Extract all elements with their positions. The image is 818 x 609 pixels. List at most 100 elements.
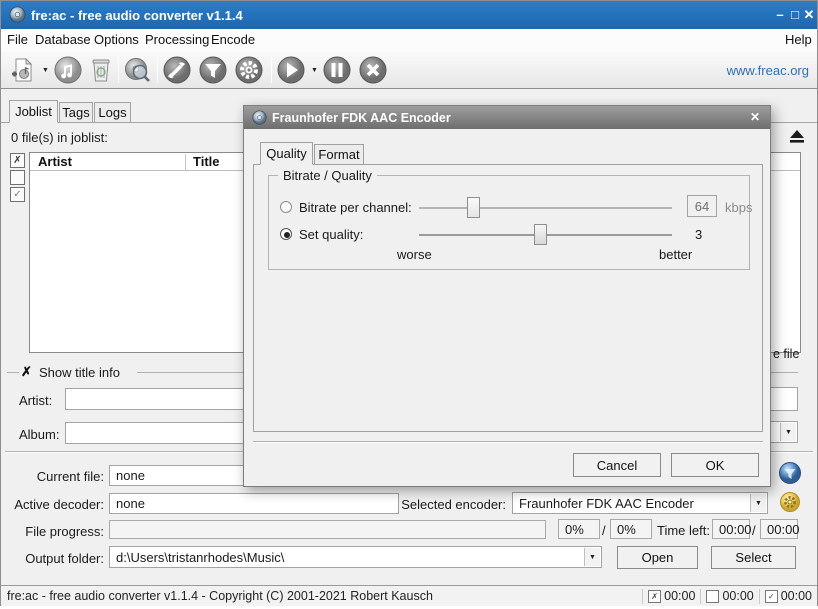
toolbar-separator <box>271 56 272 83</box>
output-folder-label: Output folder: <box>1 551 104 566</box>
menu-options[interactable]: Options <box>94 32 139 47</box>
query-cddb-button[interactable] <box>122 54 154 86</box>
output-folder-combobox[interactable]: d:\Users\tristanrhodes\Music\ ▼ <box>109 546 602 568</box>
menubar: File Database Options Processing Encode … <box>1 29 817 51</box>
signal-processing-button[interactable] <box>197 54 229 86</box>
file-percent-field: 0% <box>558 519 600 539</box>
tab-logs[interactable]: Logs <box>94 102 131 123</box>
menu-database[interactable]: Database <box>35 32 91 47</box>
menu-encode[interactable]: Encode <box>211 32 255 47</box>
time-left-total-field: 00:00 <box>760 519 798 539</box>
active-decoder-label: Active decoder: <box>1 497 104 512</box>
bitrate-slider[interactable] <box>419 207 672 209</box>
add-audio-cd-button[interactable] <box>52 54 84 86</box>
window-title: fre:ac - free audio converter v1.1.4 <box>31 8 243 23</box>
website-link[interactable]: www.freac.org <box>727 63 809 78</box>
statusbar: fre:ac - free audio converter v1.1.4 - C… <box>1 585 817 606</box>
select-none-button[interactable] <box>10 170 25 185</box>
selected-encoder-label: Selected encoder: <box>399 497 506 512</box>
clear-joblist-button[interactable] <box>88 54 114 86</box>
cancel-button[interactable]: Cancel <box>573 453 661 477</box>
signal-processing-icon[interactable] <box>778 461 802 485</box>
percent-divider: / <box>602 523 606 538</box>
menu-file[interactable]: File <box>7 32 28 47</box>
window-titlebar: fre:ac - free audio converter v1.1.4 – □… <box>1 1 817 29</box>
artist-label: Artist: <box>19 393 52 408</box>
current-file-label: Current file: <box>1 469 104 484</box>
scale-better-label: better <box>659 247 692 262</box>
configure-encoder-icon[interactable] <box>779 491 801 513</box>
add-files-dropdown-arrow[interactable]: ▼ <box>42 67 49 74</box>
minimize-button[interactable]: – <box>773 7 787 22</box>
checked-x-icon: ✗ <box>648 590 661 603</box>
menu-processing[interactable]: Processing <box>145 32 209 47</box>
stop-encoding-button[interactable] <box>357 54 389 86</box>
pause-encoding-button[interactable] <box>321 54 353 86</box>
active-decoder-field: none <box>109 493 399 514</box>
bitrate-quality-group: Bitrate / Quality Bitrate per channel: 6… <box>268 175 750 270</box>
chevron-down-icon[interactable]: ▼ <box>584 548 600 566</box>
time-left-file-field: 00:00 <box>712 519 750 539</box>
dialog-title: Fraunhofer FDK AAC Encoder <box>272 111 451 125</box>
open-folder-button[interactable]: Open <box>617 546 698 569</box>
configure-encoder-button[interactable] <box>233 54 265 86</box>
chevron-down-icon[interactable]: ▼ <box>750 494 766 512</box>
start-encoding-dropdown-arrow[interactable]: ▼ <box>311 67 318 74</box>
select-folder-button[interactable]: Select <box>711 546 796 569</box>
time-selected-value: 00:00 <box>664 589 695 603</box>
dialog-close-icon[interactable]: ✕ <box>750 110 760 124</box>
menu-help[interactable]: Help <box>785 32 812 47</box>
titleinfo-group-line <box>7 372 19 373</box>
bitrate-radio[interactable] <box>280 201 292 213</box>
partially-covered-label-fragment: e file <box>773 347 799 361</box>
select-all-button[interactable]: ✗ <box>10 153 25 168</box>
tab-tags[interactable]: Tags <box>59 102 93 123</box>
time-unchecked-group: 00:00 <box>700 589 758 604</box>
unchecked-box-icon <box>706 590 719 603</box>
time-total-value: 00:00 <box>781 589 812 603</box>
chevron-down-icon[interactable]: ▼ <box>780 423 796 441</box>
toolbar-separator <box>157 56 158 83</box>
eject-cd-button[interactable] <box>781 125 813 147</box>
dialog-tab-quality[interactable]: Quality <box>260 142 313 165</box>
scale-worse-label: worse <box>397 247 432 262</box>
joblist-count-label: 0 file(s) in joblist: <box>11 130 108 145</box>
quality-radio[interactable] <box>280 228 292 240</box>
quality-slider-handle[interactable] <box>534 224 547 245</box>
column-header-title[interactable]: Title <box>193 154 220 169</box>
toggle-selection-button[interactable]: ✓ <box>10 187 25 202</box>
maximize-button[interactable]: □ <box>788 7 802 22</box>
tab-joblist[interactable]: Joblist <box>9 100 58 123</box>
dialog-divider <box>253 441 763 443</box>
bitrate-value-field: 64 <box>687 195 717 217</box>
ok-button[interactable]: OK <box>671 453 759 477</box>
close-button[interactable]: ✕ <box>802 7 816 23</box>
column-header-artist[interactable]: Artist <box>38 154 72 169</box>
bitrate-slider-handle[interactable] <box>467 197 480 218</box>
bitrate-label: Bitrate per channel: <box>299 200 412 215</box>
toolbar-separator <box>118 56 119 83</box>
start-encoding-button[interactable] <box>275 54 307 86</box>
general-settings-button[interactable] <box>161 54 193 86</box>
add-files-button[interactable] <box>6 54 38 86</box>
selected-encoder-combobox[interactable]: Fraunhofer FDK AAC Encoder ▼ <box>512 492 768 514</box>
statusbar-text: fre:ac - free audio converter v1.1.4 - C… <box>7 589 642 603</box>
album-label: Album: <box>19 427 59 442</box>
encoder-config-dialog: Fraunhofer FDK AAC Encoder ✕ Quality For… <box>243 105 771 487</box>
dialog-tab-format[interactable]: Format <box>314 144 364 165</box>
file-progress-label: File progress: <box>1 524 104 539</box>
dialog-logo-icon <box>252 110 267 125</box>
quality-value: 3 <box>695 227 702 242</box>
total-percent-field: 0% <box>610 519 652 539</box>
titleinfo-toggle-checkbox[interactable]: ✗ <box>21 364 32 380</box>
app-logo-icon <box>9 6 26 23</box>
column-divider[interactable] <box>185 154 186 170</box>
dialog-titlebar[interactable]: Fraunhofer FDK AAC Encoder ✕ <box>244 106 770 129</box>
titleinfo-header[interactable]: Show title info <box>39 365 120 380</box>
time-divider: / <box>752 523 756 538</box>
group-label: Bitrate / Quality <box>278 168 377 183</box>
checked-tick-icon: ✓ <box>765 590 778 603</box>
time-total-group: ✓ 00:00 <box>759 589 817 604</box>
quality-label: Set quality: <box>299 227 363 242</box>
quality-slider[interactable] <box>419 234 672 236</box>
